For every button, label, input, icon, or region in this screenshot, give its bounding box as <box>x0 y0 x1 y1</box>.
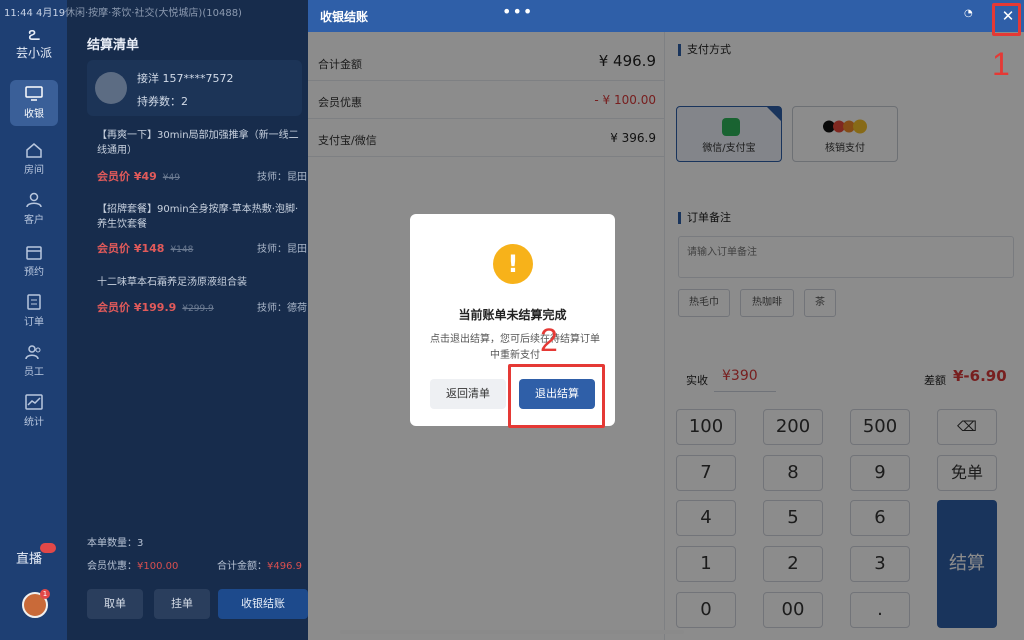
home-icon <box>26 143 42 158</box>
cart-item-price: 会员价 ¥49 ¥49 <box>97 170 180 183</box>
more-icon[interactable]: ••• <box>502 2 533 21</box>
live-badge <box>40 543 56 553</box>
sidebar-item-orders[interactable]: 订单 <box>10 288 58 334</box>
avatar-badge: 1 <box>40 589 50 599</box>
cash-register-icon <box>25 86 43 101</box>
warning-icon: ! <box>493 244 533 284</box>
dialog-message: 点击退出结算，您可后续在待结算订单中重新支付 <box>430 334 600 361</box>
take-order-button[interactable]: 取单 <box>87 589 143 619</box>
cart-item-name: 【招牌套餐】90min全身按摩·草本热敷·泡脚·养生饮套餐 <box>97 204 299 230</box>
cart-panel: 休闲·按摩·茶饮·社交(大悦城店)(10488) 结算清单 接洋 157****… <box>65 0 308 640</box>
sidebar-item-cashier[interactable]: 收银 <box>10 80 58 126</box>
checkout-header: 收银结账 ••• ◔ ✕ <box>308 0 1024 32</box>
annotation-box-2 <box>508 364 605 428</box>
sidebar-item-customers[interactable]: 客户 <box>10 186 58 232</box>
cart-item-name: 【再爽一下】30min局部加强推拿（新一线二线通用） <box>97 130 299 156</box>
chart-icon <box>25 394 43 410</box>
cart-total: 合计金额：¥496.9 <box>217 561 302 572</box>
hold-order-button[interactable]: 挂单 <box>154 589 210 619</box>
sidebar-item-reservations[interactable]: 预约 <box>10 238 58 284</box>
staff-icon <box>25 345 41 360</box>
annotation-number-1: 1 <box>992 46 1010 82</box>
store-name: 休闲·按摩·茶饮·社交(大悦城店)(10488) <box>65 8 242 19</box>
cart-item-tech: 技师：昆田 <box>257 172 307 183</box>
sidebar: 11:44 4月19日周六 ఽ 芸小派 收银 房间 客户 预约 订单 员工 统计… <box>0 0 95 640</box>
cart-item-tech: 技师：昆田 <box>257 244 307 255</box>
cart-title: 结算清单 <box>87 38 140 53</box>
user-icon <box>26 192 42 208</box>
cart-item-name: 十二味草本石霜养足汤原液组合装 <box>97 277 247 288</box>
cart-item-price: 会员价 ¥148 ¥148 <box>97 242 194 255</box>
cart-count: 本单数量：3 <box>87 538 144 549</box>
cart-item-price: 会员价 ¥199.9 ¥299.9 <box>97 301 214 314</box>
member-name: 接洋 157****7572 <box>137 72 234 85</box>
sidebar-item-staff[interactable]: 员工 <box>10 338 58 384</box>
annotation-box-1 <box>992 3 1021 36</box>
wifi-icon: ◔ <box>964 8 973 19</box>
annotation-number-2: 2 <box>540 322 558 358</box>
sidebar-item-statistics[interactable]: 统计 <box>10 388 58 434</box>
member-coupon: 持券数：2 <box>137 95 188 108</box>
member-avatar <box>95 72 127 104</box>
cart-item-tech: 技师：德荷 <box>257 303 307 314</box>
checkout-title: 收银结账 <box>320 10 369 24</box>
logo-mark-icon: ఽ <box>28 21 40 45</box>
calendar-icon <box>26 246 42 260</box>
cart-member-discount: 会员优惠：¥100.00 <box>87 561 179 572</box>
sidebar-item-rooms[interactable]: 房间 <box>10 136 58 182</box>
member-card[interactable]: 接洋 157****7572 持券数：2 <box>87 60 302 116</box>
checkout-button[interactable]: 收银结账 <box>218 589 308 619</box>
dialog-title: 当前账单未结算完成 <box>458 308 567 322</box>
document-icon <box>27 294 41 310</box>
back-to-list-button[interactable]: 返回清单 <box>430 379 506 409</box>
app-logo: ఽ 芸小派 <box>10 22 58 62</box>
